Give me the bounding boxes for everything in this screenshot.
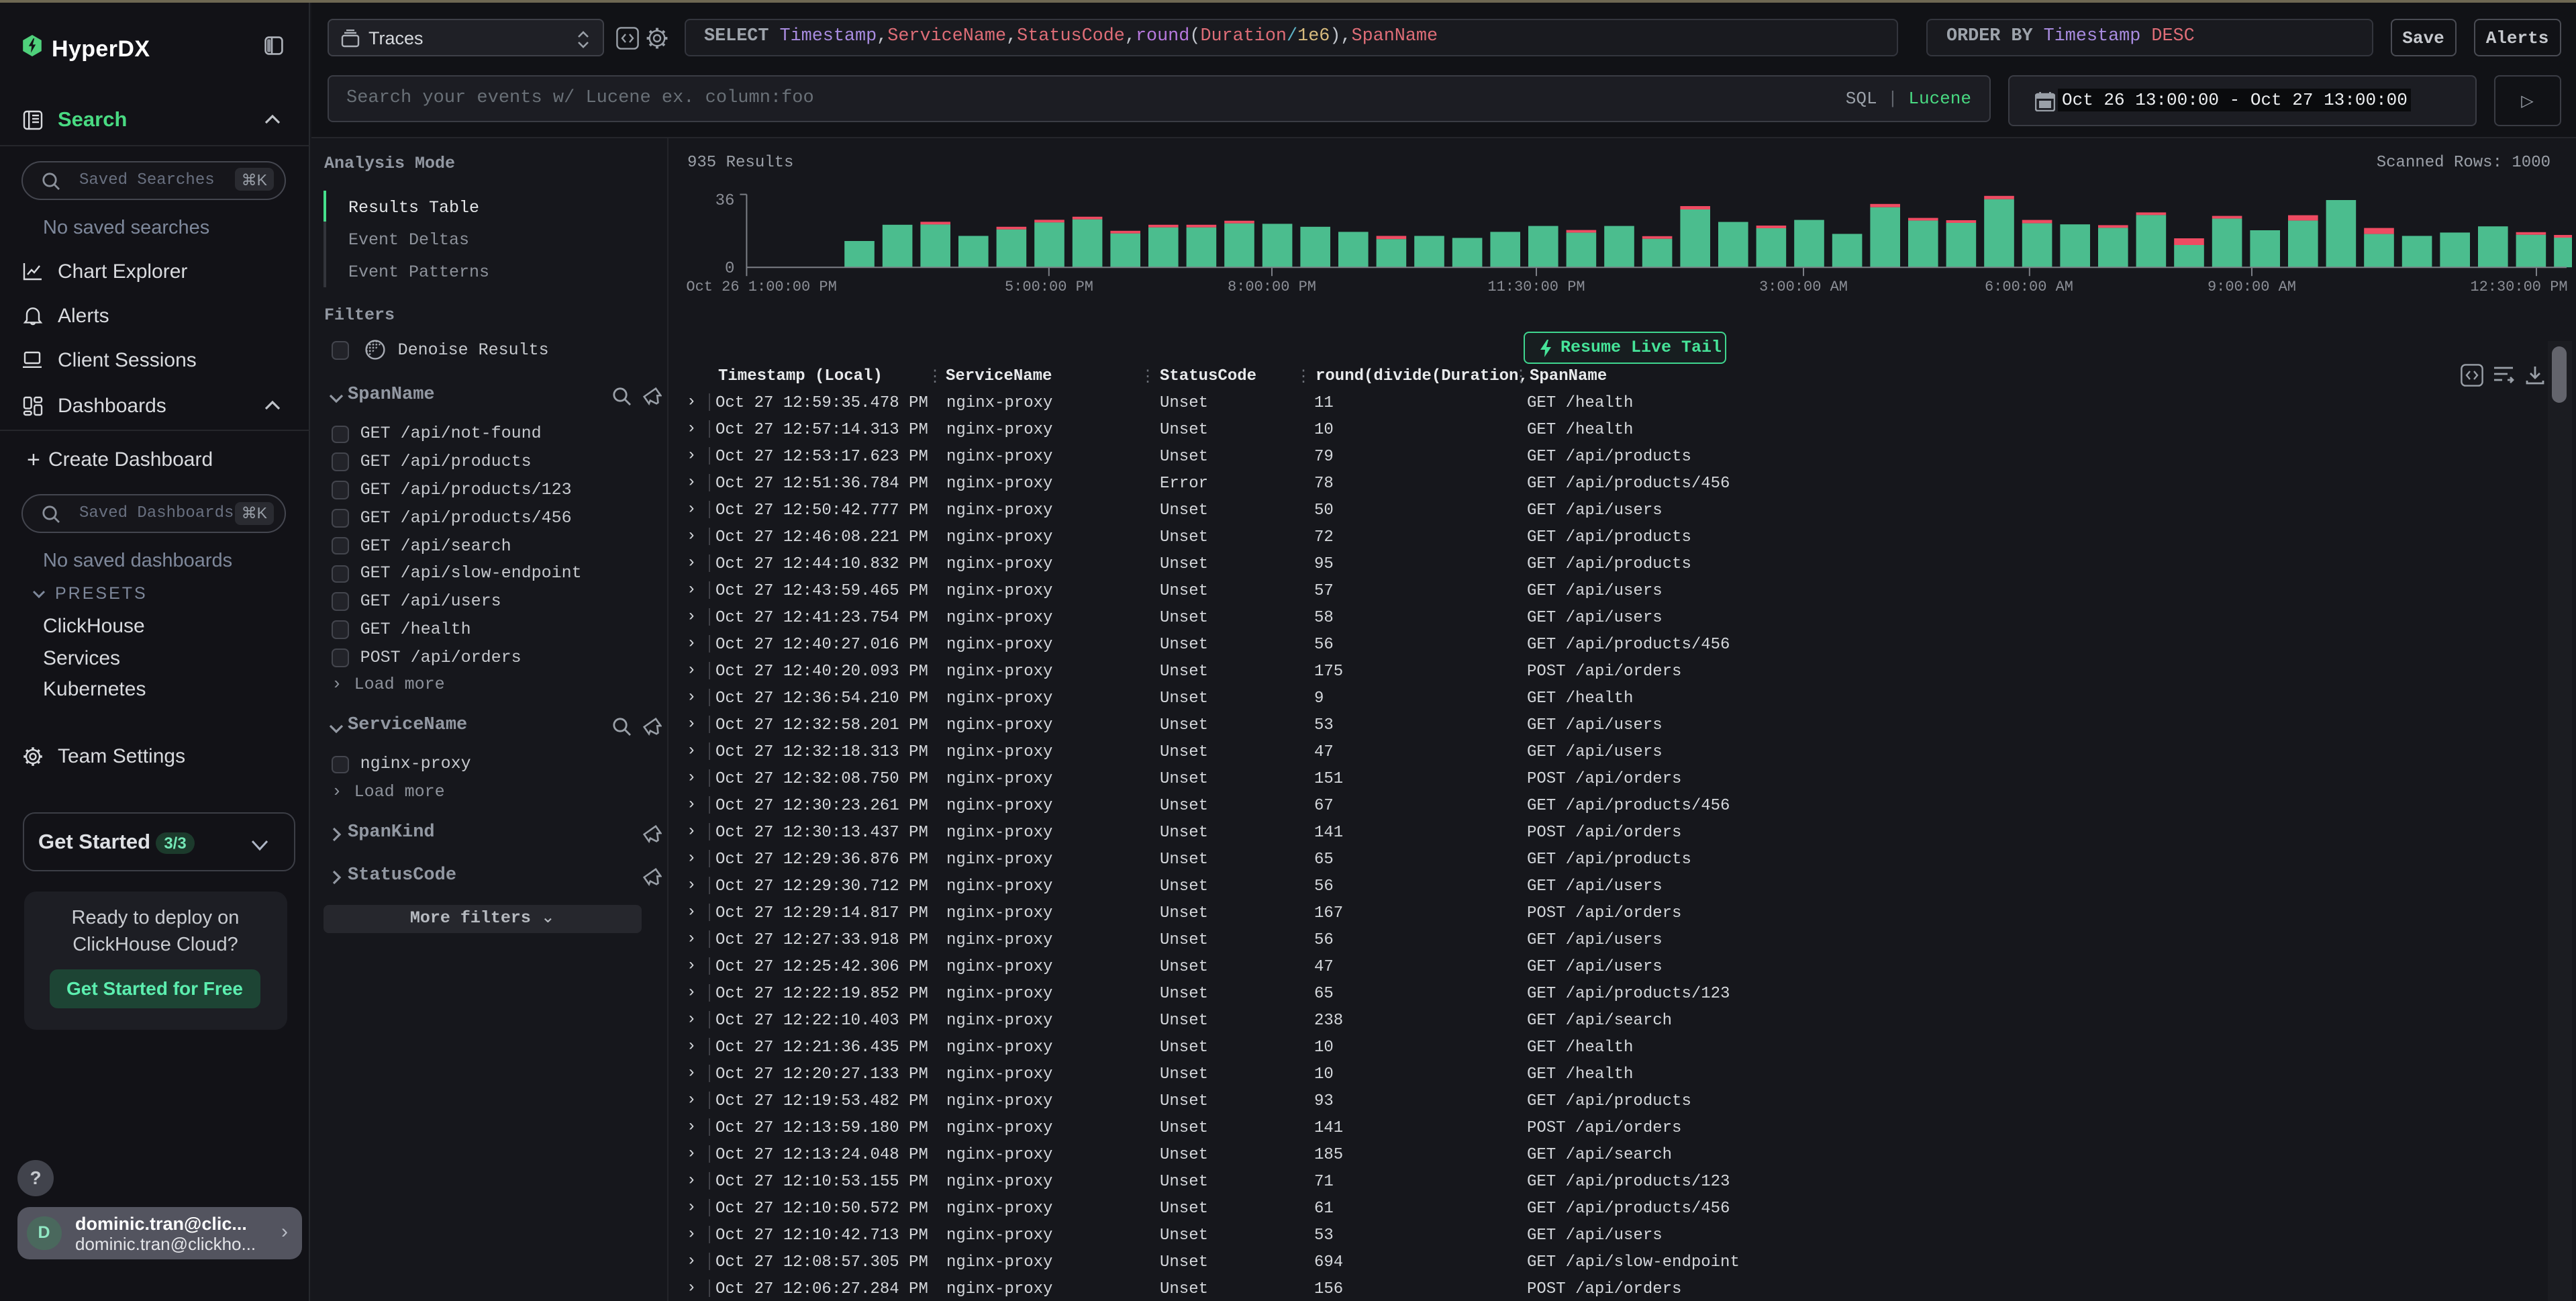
svg-text:12:30:00 PM: 12:30:00 PM — [2469, 278, 2567, 295]
svg-text:0: 0 — [724, 259, 734, 277]
svg-text:36: 36 — [715, 191, 734, 209]
svg-text:8:00:00 PM: 8:00:00 PM — [1227, 278, 1316, 295]
svg-text:Oct 26 1:00:00 PM: Oct 26 1:00:00 PM — [685, 278, 836, 295]
svg-text:9:00:00 AM: 9:00:00 AM — [2207, 278, 2295, 295]
svg-text:5:00:00 PM: 5:00:00 PM — [1004, 278, 1093, 295]
svg-text:11:30:00 PM: 11:30:00 PM — [1487, 278, 1584, 295]
svg-text:3:00:00 AM: 3:00:00 AM — [1758, 278, 1847, 295]
svg-text:6:00:00 AM: 6:00:00 AM — [1984, 278, 2073, 295]
